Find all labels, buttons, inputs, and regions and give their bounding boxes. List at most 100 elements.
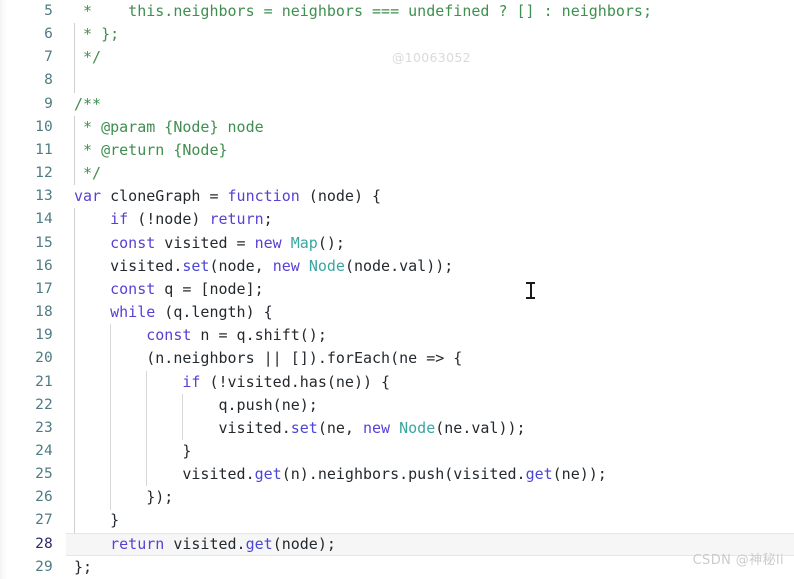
token-method: get	[254, 465, 282, 484]
token-keyword: if	[182, 372, 201, 391]
token-plain: }	[74, 511, 120, 530]
code-line[interactable]: /**	[66, 93, 794, 116]
token-plain: ;	[263, 210, 273, 229]
code-line[interactable]: const q = [node];	[66, 278, 794, 301]
token-keyword: new	[272, 256, 300, 275]
token-comment: */	[74, 48, 102, 67]
line-number-gutter: 5 6 7 8 9 10 11 12 13 14 15 16 17 18 19 20 21 22 23 24 25 26 2…	[0, 0, 66, 579]
page-left-edge	[0, 0, 7, 579]
code-line[interactable]: };	[66, 556, 794, 579]
line-number: 16	[35, 257, 53, 274]
line-number: 6	[44, 26, 53, 43]
token-keyword: return	[209, 210, 264, 229]
token-keyword: new	[254, 233, 282, 252]
line-number: 7	[44, 49, 53, 66]
code-line[interactable]: visited.set(node, new Node(node.val));	[66, 255, 794, 278]
line-number: 14	[35, 211, 53, 228]
line-number: 20	[35, 350, 53, 367]
token-keyword: while	[110, 303, 156, 322]
token-plain: (n.neighbors || []).forEach(ne => {	[74, 349, 463, 368]
token-type: Node	[399, 418, 436, 437]
token-comment: * @return {Node}	[74, 140, 228, 159]
code-line[interactable]: * @param {Node} node	[66, 116, 794, 139]
token-plain: visited.	[74, 256, 183, 275]
token-plain: (ne,	[317, 418, 363, 437]
code-line[interactable]: * this.neighbors = neighbors === undefin…	[66, 0, 794, 23]
token-plain: (node,	[209, 256, 273, 275]
line-number: 25	[35, 466, 53, 483]
token-plain: q.push(ne);	[74, 395, 318, 414]
line-number: 24	[35, 442, 53, 459]
token-keyword: return	[110, 534, 165, 553]
code-line[interactable]	[66, 69, 794, 92]
token-method: get	[245, 534, 273, 553]
token-plain: n = q.shift();	[191, 326, 327, 345]
code-line[interactable]: visited.get(n).neighbors.push(visited.ge…	[66, 463, 794, 486]
token-plain: q = [node];	[155, 279, 264, 298]
token-keyword: const	[110, 279, 156, 298]
token-method: set	[290, 418, 318, 437]
token-comment: */	[74, 164, 102, 183]
code-line[interactable]: const n = q.shift();	[66, 324, 794, 347]
token-comment: this.neighbors = neighbors === undefined…	[101, 2, 652, 20]
token-plain: }	[74, 441, 192, 460]
token-plain: cloneGraph =	[101, 187, 228, 206]
code-line[interactable]: q.push(ne);	[66, 394, 794, 417]
code-content[interactable]: * this.neighbors = neighbors === undefin…	[66, 0, 794, 579]
code-line[interactable]: (n.neighbors || []).forEach(ne => {	[66, 347, 794, 370]
code-line[interactable]: var cloneGraph = function (node) {	[66, 185, 794, 208]
line-number: 28	[35, 535, 53, 552]
token-keyword: var	[74, 187, 102, 206]
token-comment: * };	[74, 25, 120, 44]
code-line[interactable]: * };	[66, 23, 794, 46]
line-number: 12	[35, 165, 53, 182]
line-number: 29	[35, 558, 53, 575]
code-line[interactable]: }	[66, 440, 794, 463]
token-keyword: if	[110, 210, 129, 229]
line-number: 15	[35, 234, 53, 251]
code-line[interactable]: visited.set(ne, new Node(ne.val));	[66, 417, 794, 440]
token-plain: visited.	[164, 534, 246, 553]
token-keyword: function	[227, 187, 300, 206]
line-number: 13	[35, 188, 53, 205]
token-comment: * @param {Node} node	[74, 117, 264, 136]
code-line[interactable]: while (q.length) {	[66, 301, 794, 324]
watermark-csdn: CSDN @神秘li	[692, 552, 784, 568]
line-number: 11	[35, 141, 53, 158]
line-number: 5	[44, 3, 53, 19]
line-number: 27	[35, 512, 53, 529]
code-line-active[interactable]: return visited.get(node);	[66, 532, 794, 556]
token-type: Map	[290, 233, 318, 252]
code-line[interactable]: const visited = new Map();	[66, 232, 794, 255]
code-line[interactable]: if (!visited.has(ne)) {	[66, 371, 794, 394]
line-number: 26	[35, 489, 53, 506]
token-method: set	[182, 256, 210, 275]
token-method: get	[525, 465, 553, 484]
token-plain: (n).neighbors.push(visited.	[281, 465, 526, 484]
token-plain: };	[74, 557, 93, 576]
code-line[interactable]: });	[66, 486, 794, 509]
token-plain: (!visited.has(ne)) {	[200, 372, 391, 391]
code-editor[interactable]: 5 6 7 8 9 10 11 12 13 14 15 16 17 18 19 20 21 22 23 24 25 26 2…	[0, 0, 794, 579]
token-plain: (ne));	[552, 465, 607, 484]
token-plain: });	[74, 488, 174, 507]
line-number: 8	[44, 72, 53, 89]
code-line[interactable]: }	[66, 509, 794, 532]
code-line[interactable]: */	[66, 162, 794, 185]
line-number: 23	[35, 419, 53, 436]
token-comment: /**	[74, 94, 102, 113]
token-plain: ();	[317, 233, 345, 252]
token-plain: visited.	[74, 418, 291, 437]
token-plain: (q.length) {	[155, 303, 273, 322]
code-line[interactable]: * @return {Node}	[66, 139, 794, 162]
line-number: 19	[35, 327, 53, 344]
code-line[interactable]: if (!node) return;	[66, 208, 794, 231]
